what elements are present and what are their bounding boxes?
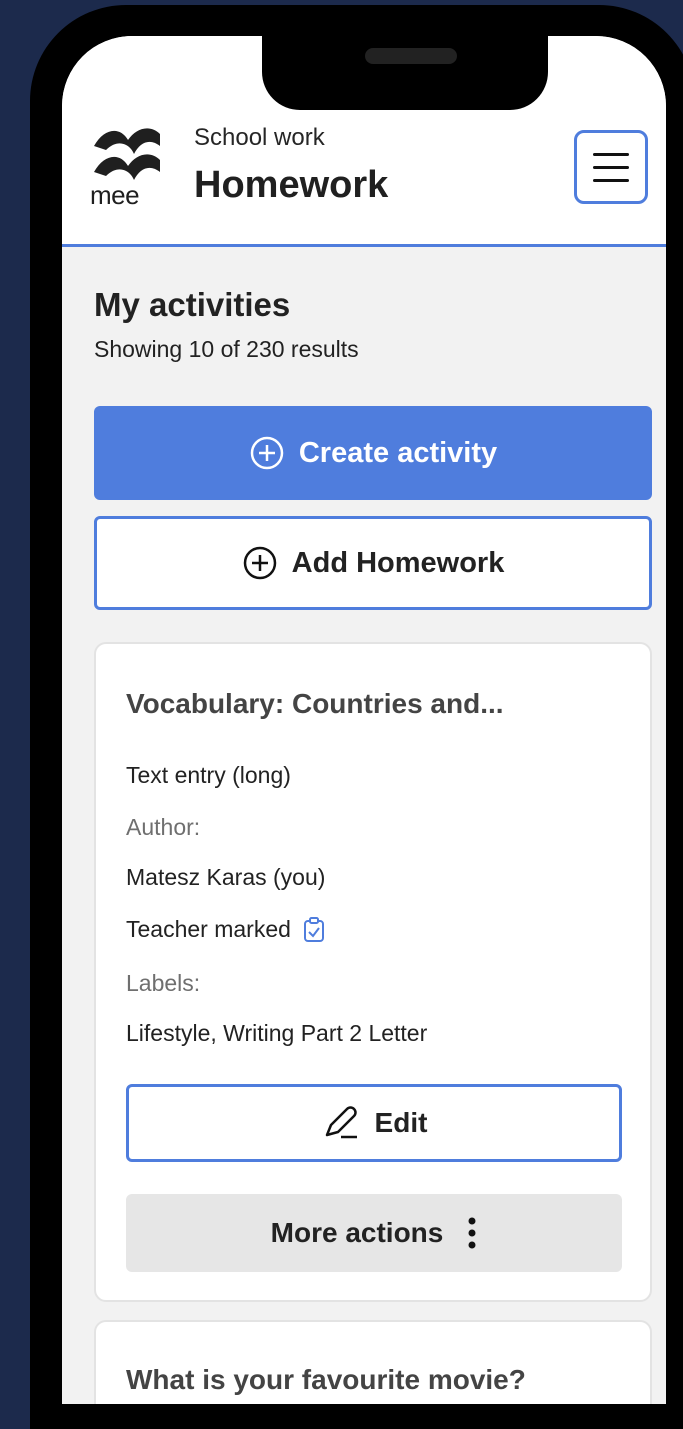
more-actions-label: More actions: [270, 1217, 444, 1248]
kebab-menu-icon: [468, 1217, 476, 1249]
edit-button[interactable]: Edit: [126, 1084, 622, 1162]
section-title: My activities: [94, 286, 291, 323]
edit-label: Edit: [374, 1107, 428, 1138]
marking-label: Teacher marked: [126, 916, 291, 942]
screen: mee School work Homework My activities S…: [62, 36, 666, 1404]
hamburger-icon: [593, 166, 629, 169]
plus-circle-icon: [243, 546, 276, 580]
clipboard-check-icon: [303, 916, 324, 942]
marking-status: Teacher marked: [126, 916, 325, 943]
logo-text: mee: [90, 180, 140, 210]
activity-card: Vocabulary: Countries and... Text entry …: [94, 642, 652, 1302]
labels-label: Labels:: [126, 970, 201, 996]
menu-button[interactable]: [574, 130, 648, 204]
more-actions-button[interactable]: More actions: [126, 1194, 622, 1272]
author-name: Matesz Karas (you): [126, 864, 326, 890]
page-title: Homework: [194, 164, 389, 206]
results-count: Showing 10 of 230 results: [94, 336, 359, 362]
plus-circle-icon: [250, 436, 284, 470]
activity-card: What is your favourite movie?: [94, 1320, 652, 1404]
labels-value: Lifestyle, Writing Part 2 Letter: [126, 1020, 428, 1046]
author-label: Author:: [126, 814, 201, 840]
add-homework-label: Add Homework: [291, 546, 505, 579]
speaker-grille: [365, 48, 457, 64]
create-activity-button[interactable]: Create activity: [94, 406, 652, 500]
hamburger-icon: [593, 179, 629, 182]
add-homework-button[interactable]: Add Homework: [94, 516, 652, 610]
create-activity-label: Create activity: [298, 436, 498, 469]
pencil-icon: [325, 1106, 357, 1139]
phone-notch: [262, 36, 548, 110]
activity-title[interactable]: What is your favourite movie?: [126, 1364, 526, 1396]
hamburger-icon: [593, 153, 629, 156]
page-kicker: School work: [194, 124, 325, 151]
activity-title[interactable]: Vocabulary: Countries and...: [126, 688, 504, 720]
main-content: My activities Showing 10 of 230 results …: [94, 286, 654, 1404]
activity-type: Text entry (long): [126, 762, 291, 788]
